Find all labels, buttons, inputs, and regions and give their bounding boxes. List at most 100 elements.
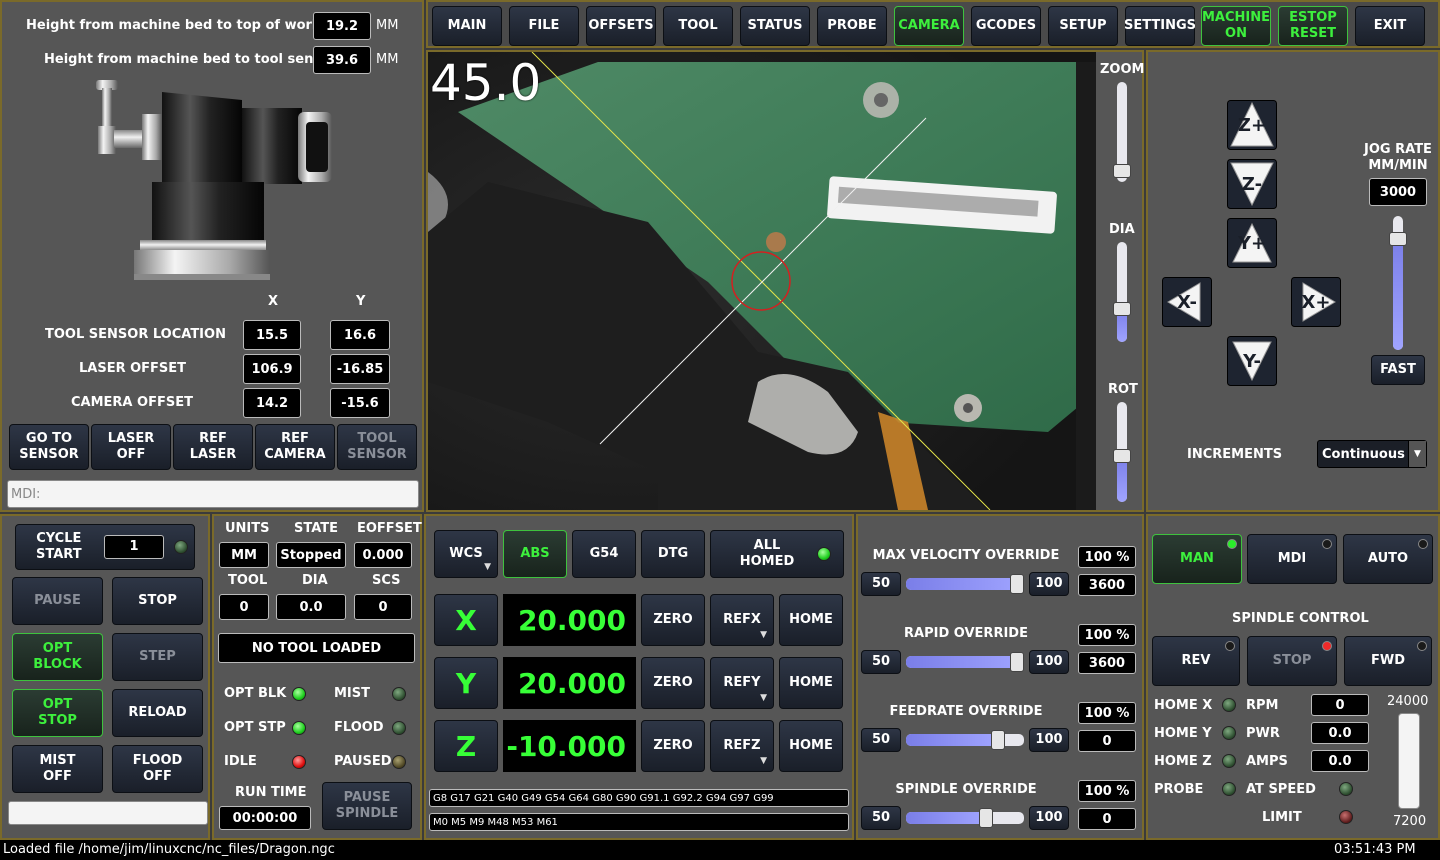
exit-button[interactable]: EXIT [1355, 6, 1425, 46]
jog-z-minus-button[interactable]: Z- [1227, 159, 1277, 209]
spindle-override-slider[interactable] [906, 808, 1024, 828]
rapid-override-max-button[interactable]: 100 [1029, 650, 1069, 674]
all-homed-led [817, 547, 831, 561]
abs-button[interactable]: ABS [503, 530, 567, 578]
increments-select[interactable]: Continuous ▼ [1317, 440, 1427, 468]
cycle-count-field[interactable]: 1 [104, 535, 164, 559]
axis-y-button[interactable]: Y [434, 657, 498, 709]
stop-button[interactable]: STOP [112, 577, 203, 625]
opt-block-button[interactable]: OPT BLOCK [12, 633, 103, 681]
workpiece-height-field[interactable]: 19.2 [313, 12, 371, 40]
machine-on-button[interactable]: MACHINE ON [1201, 6, 1271, 46]
jog-rate-field[interactable]: 3000 [1369, 178, 1427, 206]
refx-button[interactable]: REFX ▼ [710, 594, 774, 646]
zoom-slider[interactable] [1113, 82, 1131, 182]
rapid-override-slider[interactable] [906, 652, 1024, 672]
jog-rate-slider[interactable] [1389, 216, 1407, 350]
tab-settings[interactable]: SETTINGS [1124, 6, 1196, 46]
zoom-slider-handle[interactable] [1113, 164, 1131, 178]
tool-sensor-y-field[interactable]: 16.6 [330, 320, 390, 350]
laser-offset-y-field[interactable]: -16.85 [330, 354, 390, 384]
fast-button[interactable]: FAST [1371, 355, 1425, 385]
opt-stop-button[interactable]: OPT STOP [12, 689, 103, 737]
indicator-idle-led [292, 755, 306, 769]
spindle-stop-button[interactable]: STOP [1247, 636, 1337, 686]
rapid-override-min-button[interactable]: 50 [861, 650, 901, 674]
max-velocity-override-slider[interactable] [906, 574, 1024, 594]
jog-z-plus-button[interactable]: Z+ [1227, 100, 1277, 150]
tab-main[interactable]: MAIN [432, 6, 502, 46]
indicator-flood-label: FLOOD [334, 720, 384, 735]
max-velocity-override-slider-handle[interactable] [1010, 574, 1024, 594]
laser-off-button[interactable]: LASER OFF [91, 424, 171, 470]
ref-laser-button[interactable]: REF LASER [173, 424, 253, 470]
spindle-override-min-button[interactable]: 50 [861, 806, 901, 830]
spindle-override-slider-handle[interactable] [979, 808, 993, 828]
mdi-input[interactable]: MDI: [7, 480, 419, 508]
man-mode-button[interactable]: MAN [1152, 534, 1242, 584]
spindle-override-max-button[interactable]: 100 [1029, 806, 1069, 830]
go-to-sensor-button[interactable]: GO TO SENSOR [9, 424, 89, 470]
dia-slider[interactable] [1113, 242, 1131, 342]
tool-sensor-x-field[interactable]: 15.5 [243, 320, 301, 350]
tool-sensor-button[interactable]: TOOL SENSOR [337, 424, 417, 470]
feedrate-override-max-button[interactable]: 100 [1029, 728, 1069, 752]
rot-slider-handle[interactable] [1113, 449, 1131, 463]
tab-status[interactable]: STATUS [740, 6, 810, 46]
cycle-start-button[interactable]: CYCLE START 1 [15, 524, 195, 570]
mist-off-button[interactable]: MIST OFF [12, 745, 103, 793]
tab-file[interactable]: FILE [509, 6, 579, 46]
at-speed-label: AT SPEED [1246, 782, 1316, 797]
jog-rate-slider-handle[interactable] [1389, 232, 1407, 246]
sensor-height-field[interactable]: 39.6 [313, 46, 371, 74]
mdi-mode-button[interactable]: MDI [1247, 534, 1337, 584]
jog-y-minus-button[interactable]: Y- [1227, 336, 1277, 386]
feedrate-override-slider-handle[interactable] [991, 730, 1005, 750]
camera-offset-y-field[interactable]: -15.6 [330, 388, 390, 418]
tab-tool[interactable]: TOOL [663, 6, 733, 46]
feedrate-override-slider[interactable] [906, 730, 1024, 750]
jog-x-plus-button[interactable]: X+ [1291, 277, 1341, 327]
jog-x-minus-button[interactable]: X- [1162, 277, 1212, 327]
wcs-button[interactable]: WCS ▼ [434, 530, 498, 578]
camera-view[interactable] [428, 52, 1096, 510]
all-homed-button[interactable]: ALL HOMED [710, 530, 844, 578]
jog-y-plus-button[interactable]: Y+ [1227, 218, 1277, 268]
camera-offset-x-field[interactable]: 14.2 [243, 388, 301, 418]
home-y-button[interactable]: HOME [779, 657, 843, 709]
zero-y-button[interactable]: ZERO [641, 657, 705, 709]
refz-button[interactable]: REFZ ▼ [710, 720, 774, 772]
rot-slider[interactable] [1113, 402, 1131, 502]
tab-setup[interactable]: SETUP [1048, 6, 1118, 46]
pause-button[interactable]: PAUSE [12, 577, 103, 625]
tab-camera[interactable]: CAMERA [894, 6, 964, 46]
estop-reset-button[interactable]: ESTOP RESET [1278, 6, 1348, 46]
tab-gcodes[interactable]: GCODES [971, 6, 1041, 46]
pause-spindle-button[interactable]: PAUSE SPINDLE [322, 782, 412, 830]
step-button[interactable]: STEP [112, 633, 203, 681]
reload-button[interactable]: RELOAD [112, 689, 203, 737]
zero-x-button[interactable]: ZERO [641, 594, 705, 646]
rapid-override-slider-handle[interactable] [1010, 652, 1024, 672]
feedrate-override-min-button[interactable]: 50 [861, 728, 901, 752]
home-z-button[interactable]: HOME [779, 720, 843, 772]
auto-mode-button[interactable]: AUTO [1343, 534, 1433, 584]
tab-probe[interactable]: PROBE [817, 6, 887, 46]
axis-z-button[interactable]: Z [434, 720, 498, 772]
laser-offset-x-field[interactable]: 106.9 [243, 354, 301, 384]
max-velocity-override-min-button[interactable]: 50 [861, 572, 901, 596]
spindle-rev-button[interactable]: REV [1152, 636, 1240, 686]
refy-button[interactable]: REFY ▼ [710, 657, 774, 709]
spindle-fwd-button[interactable]: FWD [1344, 636, 1432, 686]
dtg-button[interactable]: DTG [641, 530, 705, 578]
max-velocity-override-max-button[interactable]: 100 [1029, 572, 1069, 596]
dia-slider-handle[interactable] [1113, 302, 1131, 316]
tab-offsets[interactable]: OFFSETS [586, 6, 656, 46]
ref-camera-button[interactable]: REF CAMERA [255, 424, 335, 470]
axis-x-button[interactable]: X [434, 594, 498, 646]
zero-z-button[interactable]: ZERO [641, 720, 705, 772]
home-x-button[interactable]: HOME [779, 594, 843, 646]
flood-off-button[interactable]: FLOOD OFF [112, 745, 203, 793]
g54-button[interactable]: G54 [572, 530, 636, 578]
nav-bar: MAIN FILE OFFSETS TOOL STATUS PROBE CAMERA GCOD… [426, 0, 1440, 48]
